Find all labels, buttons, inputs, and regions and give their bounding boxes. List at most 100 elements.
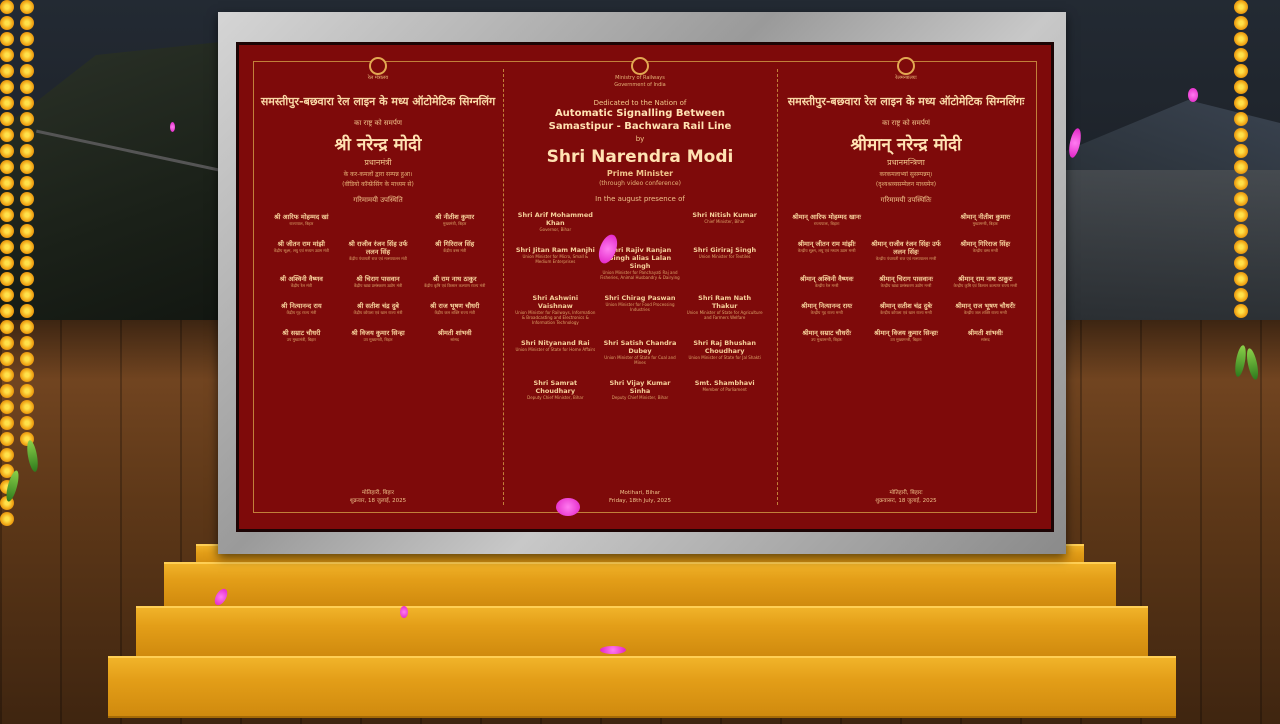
dignitary-name: श्रीमती शांभवी [437, 329, 472, 337]
marigold-flower-icon [20, 352, 34, 366]
dignitary-entry: श्रीमान् गिरिराज सिंहः केन्द्रीय वस्त्र म… [948, 240, 1023, 261]
dignitary-entry: श्रीमान् नीतीश कुमारः मुख्यमन्त्री, बिहार… [948, 213, 1023, 226]
dignitary-name: श्री गिरिराज सिंह [435, 240, 475, 248]
dignitary-entry: श्री राम नाथ ठाकुर केंद्रीय कृषि एवं किसा… [418, 275, 491, 288]
marigold-flower-icon [0, 304, 14, 318]
marigold-flower-icon [20, 112, 34, 126]
dignitary-entry: श्रीमती शांभवीः सांसद [948, 329, 1023, 342]
marigold-flower-icon [0, 96, 14, 110]
note-line: करकमलाभ्यां सुसम्पन्नम्। [879, 171, 933, 178]
pedestal-step-2 [136, 606, 1148, 656]
dignitary-role: Deputy Chief Minister, Bihar [527, 395, 584, 400]
govt-label: Government of India [614, 82, 666, 88]
plaque-title-line-1: Automatic Signalling Between [554, 108, 726, 119]
marigold-flower-icon [0, 336, 14, 350]
dignitary-entry: Shri Arif Mohammed Khan Governor, Bihar [515, 211, 596, 232]
marigold-flower-icon [20, 400, 34, 414]
dignitary-entry: Shri Ram Nath Thakur Union Minister of St… [684, 294, 765, 325]
english-column: Ministry of Railways Government of India… [505, 45, 775, 529]
pm-name: Shri Narendra Modi [546, 147, 734, 167]
dignitary-name: श्रीमान् जीतन राम मांझीः [797, 240, 856, 248]
marigold-flower-icon [1234, 288, 1248, 302]
flower-petal [400, 606, 408, 618]
dignitary-name: श्रीमान् राजीव रंजन सिंहः उर्फ ललन सिंहः [871, 240, 941, 256]
dignitary-role: Union Minister of State for Coal and Min… [604, 355, 676, 365]
dignitary-entry: श्रीमान् राम नाथ ठाकुरः केन्द्रीय कृषि एव… [948, 275, 1023, 288]
dignitary-name: श्री सम्राट चौधरी [282, 329, 321, 337]
dignitary-name: श्री आरिफ मोहम्मद खां [274, 213, 329, 221]
marigold-flower-icon [0, 192, 14, 206]
marigold-flower-icon [20, 256, 34, 270]
marigold-flower-icon [1234, 272, 1248, 286]
dignitary-entry: Shri Nitish Kumar Chief Minister, Bihar [684, 211, 765, 232]
dignitary-name: Shri Nityanand Rai [521, 339, 590, 347]
marigold-flower-icon [20, 144, 34, 158]
marigold-flower-icon [20, 320, 34, 334]
note-line: (through video conference) [599, 180, 681, 187]
dignitary-role: Union Minister of State for Home Affairs [515, 347, 596, 352]
dignitary-entry: Shri Vijay Kumar Sinha Deputy Chief Minis… [600, 379, 681, 400]
dignitary-name: Shri Arif Mohammed Khan [517, 211, 593, 227]
dignitary-role: केंद्रीय कृषि एवं किसान कल्याण राज्य मंत… [424, 283, 486, 288]
dignitary-role: सांसद [450, 337, 459, 342]
presence-heading: गरिमामयी उपस्थितिः [880, 196, 932, 204]
dignitary-role: राज्यपाल, बिहार [289, 221, 314, 226]
dedication-line: का राष्ट्र को समर्पणं [882, 119, 930, 127]
plaque-footer: मोतिहारी, बिहार शुक्रवार, 18 जुलाई, 2025 [255, 489, 501, 505]
dignitary-role: उप मुख्यमन्त्री, बिहारः [811, 337, 843, 342]
dignitary-entry: श्री विजय कुमार सिन्हा उप मुख्यमंत्री, बि… [342, 329, 415, 342]
marigold-flower-icon [20, 0, 34, 14]
marigold-flower-icon [20, 224, 34, 238]
note-line: के कर-कमलों द्वारा सम्पन्न हुआ। [343, 171, 413, 178]
marigold-flower-icon [20, 368, 34, 382]
dignitary-name: श्रीमान् गिरिराज सिंहः [960, 240, 1011, 248]
marigold-flower-icon [0, 112, 14, 126]
marigold-garland-right [1234, 0, 1248, 320]
dignitary-role: Union Minister for Textiles [698, 254, 751, 259]
sanskrit-column: रेलमन्त्रालयः समस्तीपुर-बछवारा रेल लाइन … [779, 45, 1033, 529]
dignitary-role: Deputy Chief Minister, Bihar [611, 395, 669, 400]
pm-role: Prime Minister [606, 169, 674, 178]
dignitary-name: Shri Vijay Kumar Sinha [609, 379, 671, 395]
dignitary-role: केन्द्रीय पंचायती राज एवं मत्स्यपालन मन्… [875, 256, 937, 261]
marigold-flower-icon [1234, 64, 1248, 78]
dignitary-name: श्रीमती शांभवीः [967, 329, 1003, 337]
pedestal-step-3 [108, 656, 1176, 716]
dignitary-role: केंद्रीय पंचायती राज एवं मत्स्यपालन मंत्… [349, 256, 407, 261]
railway-emblem-icon [631, 57, 649, 75]
dignitary-role: केंद्रीय कोयला एवं खान राज्य मंत्री [353, 310, 403, 315]
marigold-flower-icon [20, 304, 34, 318]
place-label: मोतिहारी, बिहारः [889, 490, 923, 496]
dignitary-entry: श्री राज भूषण चौधरी केंद्रीय जल शक्ति राज… [418, 302, 491, 315]
marigold-flower-icon [0, 432, 14, 446]
marigold-flower-icon [0, 80, 14, 94]
dignitary-name: श्रीमान् सम्राट चौधरीः [802, 329, 852, 337]
dignitary-role: केन्द्रीय गृह राज्य मन्त्री [810, 310, 843, 315]
marigold-flower-icon [1234, 176, 1248, 190]
marigold-flower-icon [0, 288, 14, 302]
marigold-flower-icon [0, 48, 14, 62]
dignitary-name: Shri Jitan Ram Manjhi [515, 246, 595, 254]
dignitary-name: श्री राजीव रंजन सिंह उर्फ ललन सिंह [348, 240, 408, 256]
dignitary-role: केंद्रीय खाद्य प्रसंस्करण उद्योग मंत्री [353, 283, 403, 288]
dignitary-name: श्री राम नाथ ठाकुर [432, 275, 477, 283]
marigold-flower-icon [1234, 160, 1248, 174]
marigold-garland-left-outer [0, 0, 14, 528]
dignitary-entry: Shri Giriraj Singh Union Minister for Tex… [684, 246, 765, 280]
marigold-flower-icon [20, 128, 34, 142]
dignitary-role: केंद्रीय वस्त्र मंत्री [443, 248, 467, 253]
marigold-flower-icon [20, 240, 34, 254]
dignitary-entry: श्रीमती शांभवी सांसद [418, 329, 491, 342]
marigold-flower-icon [1234, 16, 1248, 30]
dignitary-role: मुख्यमन्त्री, बिहारः [972, 221, 999, 226]
dignitary-name: श्रीमान् सतीश चंद्र दुबेः [879, 302, 933, 310]
dignitary-name: Shri Ram Nath Thakur [698, 294, 752, 310]
marigold-flower-icon [0, 368, 14, 382]
dignitary-entry: श्री सम्राट चौधरी उप मुख्यमंत्री, बिहार [265, 329, 338, 342]
plaque-footer: मोतिहारी, बिहारः शुक्रवासरः, 18 जुलाई, 2… [779, 489, 1033, 505]
marigold-flower-icon [20, 16, 34, 30]
marigold-flower-icon [0, 16, 14, 30]
marigold-flower-icon [20, 416, 34, 430]
dignitary-entry: श्री सतीश चंद्र दुबे केंद्रीय कोयला एवं ख… [342, 302, 415, 315]
dignitary-entry: श्री अश्विनी वैष्णव केंद्रीय रेल मंत्री [265, 275, 338, 288]
